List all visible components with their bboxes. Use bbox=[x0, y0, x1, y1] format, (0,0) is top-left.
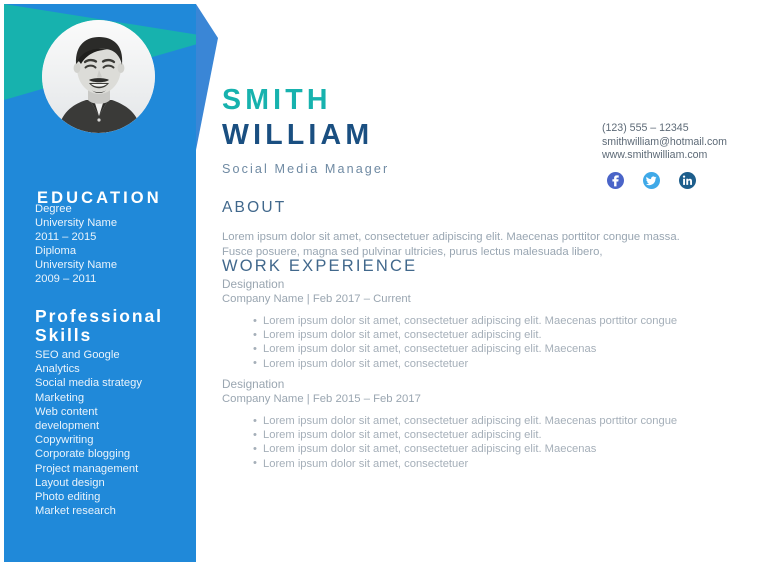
work-experience-heading: WORK EXPERIENCE bbox=[222, 257, 418, 275]
list-item: Social media strategy bbox=[35, 377, 142, 390]
list-item: Layout design bbox=[35, 476, 105, 489]
list-item: Lorem ipsum dolor sit amet, consectetuer… bbox=[253, 328, 708, 342]
education-years: 2009 – 2011 bbox=[35, 273, 97, 286]
list-item: Marketing bbox=[35, 391, 85, 404]
education-school: University Name bbox=[35, 217, 118, 230]
list-item: SEO and Google bbox=[35, 349, 120, 361]
email-address[interactable]: smithwilliam@hotmail.com bbox=[602, 136, 768, 150]
list-item: Lorem ipsum dolor sit amet, consectetuer… bbox=[253, 342, 708, 356]
list-item: Market research bbox=[35, 505, 116, 518]
job-entry: Designation Company Name | Feb 2015 – Fe… bbox=[222, 377, 722, 471]
list-item: Lorem ipsum dolor sit amet, consectetuer… bbox=[253, 313, 708, 328]
job-company: Company Name | Feb 2015 – Feb 2017 bbox=[222, 393, 421, 405]
avatar bbox=[42, 20, 155, 133]
education-degree: Diploma bbox=[35, 245, 77, 257]
twitter-icon[interactable] bbox=[643, 172, 660, 189]
linkedin-icon[interactable] bbox=[679, 172, 696, 189]
list-item: development bbox=[35, 420, 100, 433]
job-bullet-list: Lorem ipsum dolor sit amet, consectetuer… bbox=[222, 313, 708, 371]
education-entry: Degree University Name 2011 – 2015 bbox=[35, 202, 200, 244]
job-entry: Designation Company Name | Feb 2017 – Cu… bbox=[222, 277, 722, 371]
last-name: WILLIAM bbox=[222, 119, 374, 152]
list-item: Lorem ipsum dolor sit amet, consectetuer… bbox=[253, 428, 708, 442]
list-item: Analytics bbox=[35, 363, 80, 376]
first-name: SMITH bbox=[222, 84, 332, 116]
list-item: Lorem ipsum dolor sit amet, consectetuer… bbox=[253, 442, 708, 456]
resume-page: EDUCATION Degree University Name 2011 – … bbox=[0, 0, 768, 576]
about-heading: ABOUT bbox=[222, 199, 287, 216]
social-links bbox=[607, 172, 696, 189]
about-text: Lorem ipsum dolor sit amet, consectetuer… bbox=[222, 231, 680, 258]
website-url[interactable]: www.smithwilliam.com bbox=[602, 149, 768, 163]
facebook-icon[interactable] bbox=[607, 172, 624, 189]
job-designation: Designation bbox=[222, 377, 285, 391]
job-company: Company Name | Feb 2017 – Current bbox=[222, 293, 411, 305]
name-block: SMITH WILLIAM Social Media Manager bbox=[222, 84, 390, 177]
education-degree: Degree bbox=[35, 203, 72, 215]
profile-photo-icon bbox=[42, 20, 155, 133]
job-title: Social Media Manager bbox=[222, 162, 390, 177]
list-item: Corporate blogging bbox=[35, 448, 131, 461]
education-school: University Name bbox=[35, 259, 118, 272]
list-item: Lorem ipsum dolor sit amet, consectetuer… bbox=[253, 413, 708, 428]
sidebar: EDUCATION Degree University Name 2011 – … bbox=[4, 4, 196, 562]
phone-number: (123) 555 – 12345 bbox=[602, 122, 689, 134]
education-years: 2011 – 2015 bbox=[35, 231, 97, 244]
main-content: SMITH WILLIAM Social Media Manager (123)… bbox=[222, 0, 764, 576]
job-designation: Designation bbox=[222, 277, 285, 291]
list-item: Lorem ipsum dolor sit amet, consectetuer bbox=[253, 356, 708, 371]
list-item: Lorem ipsum dolor sit amet, consectetuer bbox=[253, 456, 708, 471]
list-item: Copywriting bbox=[35, 434, 94, 447]
contact-block: (123) 555 – 12345 smithwilliam@hotmail.c… bbox=[602, 122, 768, 163]
skills-heading: Professional Skills bbox=[35, 305, 163, 346]
blue-wedge bbox=[196, 4, 218, 150]
skills-list: SEO and Google Analytics Social media st… bbox=[35, 348, 203, 518]
education-entry: Diploma University Name 2009 – 2011 bbox=[35, 244, 200, 286]
job-bullet-list: Lorem ipsum dolor sit amet, consectetuer… bbox=[222, 413, 708, 471]
list-item: Project management bbox=[35, 462, 139, 475]
list-item: Photo editing bbox=[35, 491, 101, 504]
list-item: Web content bbox=[35, 405, 98, 418]
